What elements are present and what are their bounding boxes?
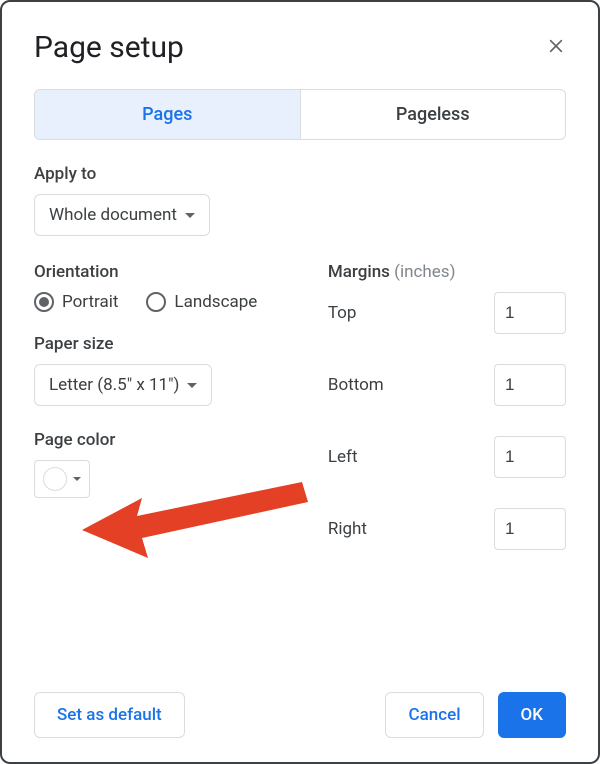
- apply-to-value: Whole document: [49, 205, 177, 225]
- right-column: Margins (inches) Top Bottom Left Right: [328, 262, 566, 550]
- margin-right-input[interactable]: [494, 508, 566, 550]
- tabs: Pages Pageless: [34, 89, 566, 140]
- page-color-dropdown[interactable]: [34, 460, 90, 498]
- margins-heading: Margins (inches): [328, 262, 566, 282]
- margin-right-label: Right: [328, 519, 474, 539]
- left-column: Orientation Portrait Landscape Paper siz…: [34, 262, 308, 550]
- orientation-landscape[interactable]: Landscape: [146, 292, 257, 312]
- caret-down-icon: [185, 213, 195, 218]
- dialog-footer: Set as default Cancel OK: [34, 672, 566, 738]
- close-icon: [546, 36, 566, 56]
- margin-top-input[interactable]: [494, 292, 566, 334]
- tab-pages[interactable]: Pages: [35, 90, 300, 139]
- dialog-content: Apply to Whole document Orientation Port…: [34, 164, 566, 738]
- tab-pageless[interactable]: Pageless: [300, 90, 566, 139]
- radio-icon: [34, 292, 54, 312]
- margins-grid: Top Bottom Left Right: [328, 292, 566, 550]
- title-row: Page setup: [34, 30, 566, 65]
- margin-left-input[interactable]: [494, 436, 566, 478]
- apply-to-dropdown[interactable]: Whole document: [34, 194, 210, 236]
- portrait-label: Portrait: [62, 292, 118, 312]
- margin-bottom-label: Bottom: [328, 375, 474, 395]
- paper-size-label: Paper size: [34, 334, 308, 354]
- paper-size-value: Letter (8.5" x 11"): [49, 375, 179, 395]
- landscape-label: Landscape: [174, 292, 257, 312]
- page-color-label: Page color: [34, 430, 308, 450]
- margin-left-label: Left: [328, 447, 474, 467]
- orientation-portrait[interactable]: Portrait: [34, 292, 118, 312]
- margin-bottom-input[interactable]: [494, 364, 566, 406]
- page-setup-dialog: Page setup Pages Pageless Apply to Whole…: [0, 0, 600, 764]
- dialog-title: Page setup: [34, 30, 184, 65]
- margins-label: Margins: [328, 262, 390, 282]
- close-button[interactable]: [546, 36, 566, 60]
- orientation-options: Portrait Landscape: [34, 292, 308, 312]
- paper-size-dropdown[interactable]: Letter (8.5" x 11"): [34, 364, 212, 406]
- orientation-label: Orientation: [34, 262, 308, 282]
- color-swatch: [43, 467, 67, 491]
- caret-down-icon: [73, 477, 81, 481]
- radio-icon: [146, 292, 166, 312]
- set-as-default-button[interactable]: Set as default: [34, 692, 185, 738]
- ok-button[interactable]: OK: [498, 692, 566, 738]
- margin-top-label: Top: [328, 303, 474, 323]
- apply-to-label: Apply to: [34, 164, 566, 184]
- margins-unit: (inches): [394, 262, 455, 282]
- cancel-button[interactable]: Cancel: [385, 692, 483, 738]
- caret-down-icon: [187, 383, 197, 388]
